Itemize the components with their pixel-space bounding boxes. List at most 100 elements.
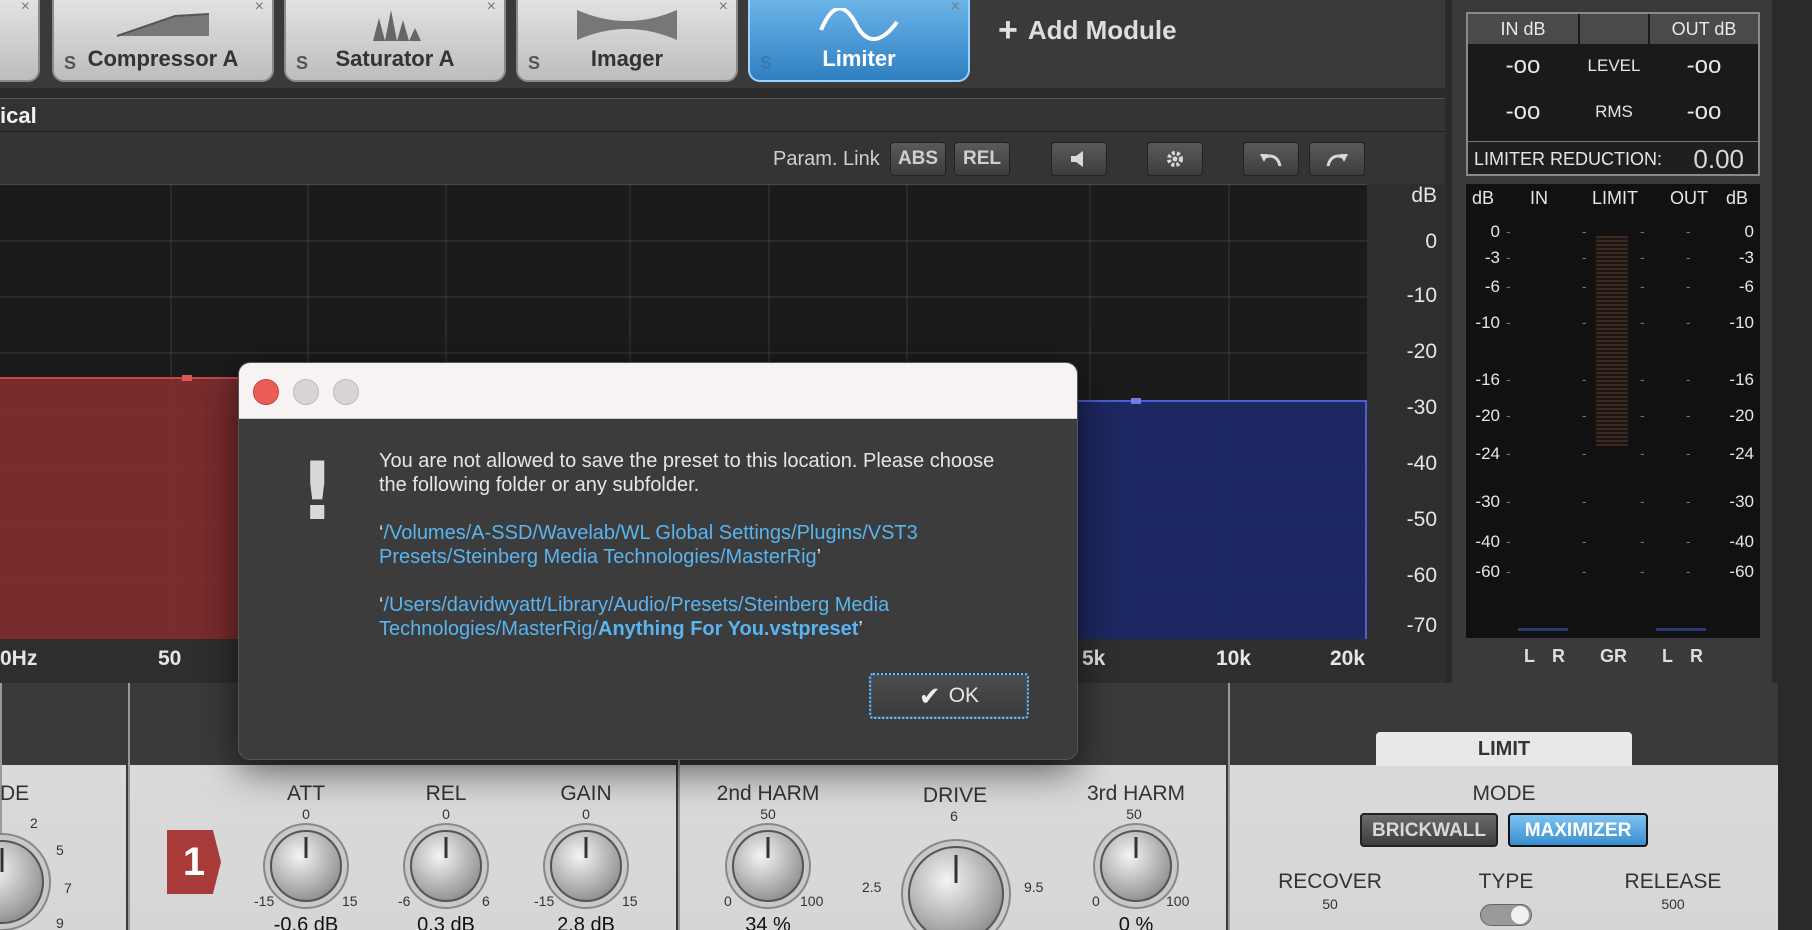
dialog-message: You are not allowed to save the preset t… bbox=[379, 450, 995, 496]
level-meter: dB IN LIMIT OUT dB 0 0- - - - -3 -3- - - - -6 -6- - -… bbox=[1466, 184, 1760, 638]
minimize-window-button[interactable] bbox=[293, 379, 319, 405]
close-icon[interactable]: × bbox=[21, 0, 30, 16]
module-tab-saturator[interactable]: × S Saturator A bbox=[284, 0, 506, 82]
module-tab-imager[interactable]: × S Imager bbox=[516, 0, 738, 82]
module-name: Compressor A bbox=[87, 46, 239, 71]
rel-max: 6 bbox=[482, 893, 490, 909]
out-meter-floor bbox=[1656, 628, 1706, 631]
freq-tick: 10k bbox=[1216, 647, 1252, 670]
close-icon[interactable]: × bbox=[951, 0, 960, 16]
meter-scale-right: -24 bbox=[1729, 444, 1754, 463]
meter-dash: - bbox=[1686, 278, 1691, 294]
gr-meter-bar bbox=[1596, 236, 1628, 446]
meter-dash: - bbox=[1686, 249, 1691, 265]
meter-dash: - bbox=[1686, 371, 1691, 387]
meter-dash: - bbox=[1640, 445, 1645, 461]
high-band-region[interactable] bbox=[1075, 401, 1367, 640]
abs-button[interactable]: ABS bbox=[890, 142, 946, 176]
type-toggle[interactable] bbox=[1480, 904, 1532, 926]
meter-db-right: dB bbox=[1726, 188, 1749, 208]
path-2-filename: Anything For You.vstpreset bbox=[598, 618, 859, 640]
db-tick: -10 bbox=[1406, 284, 1437, 307]
module-tab-partial[interactable]: × bbox=[0, 0, 40, 82]
meter-foot-r: R bbox=[1690, 646, 1703, 666]
type-label: TYPE bbox=[1478, 870, 1534, 893]
module-tab-compressor[interactable]: × S Compressor A bbox=[52, 0, 274, 82]
level-table: IN dB OUT dB -oo LEVEL -oo -oo RMS -oo L… bbox=[1466, 12, 1760, 176]
meter-scale-right: 0 bbox=[1744, 222, 1754, 241]
freq-tick: 5k bbox=[1082, 647, 1106, 670]
db-tick: 0 bbox=[1425, 230, 1437, 253]
harm2-max: 100 bbox=[800, 893, 824, 909]
gain-knob[interactable] bbox=[550, 830, 622, 902]
module-tab-strip: × × S Compressor A × S Saturator A × S I… bbox=[0, 0, 1445, 88]
redo-button[interactable] bbox=[1309, 142, 1365, 176]
att-top: 0 bbox=[302, 806, 310, 822]
att-min: -15 bbox=[254, 893, 275, 909]
harm3-knob[interactable] bbox=[1100, 830, 1172, 902]
ok-button[interactable]: ✔ OK bbox=[869, 673, 1029, 719]
harm2-knob[interactable] bbox=[732, 830, 804, 902]
db-tick: -40 bbox=[1406, 452, 1437, 475]
undo-button[interactable] bbox=[1243, 142, 1299, 176]
att-knob[interactable] bbox=[270, 830, 342, 902]
meter-db-left: dB bbox=[1472, 188, 1495, 208]
rel-top: 0 bbox=[442, 806, 450, 822]
drive-max: 9.5 bbox=[1024, 879, 1044, 895]
meter-scale-left: -24 bbox=[1475, 444, 1500, 463]
meter-dash: - bbox=[1640, 493, 1645, 509]
module-name: Saturator A bbox=[335, 46, 455, 71]
param-link-label: Param. Link bbox=[773, 148, 880, 170]
meter-foot-l: L bbox=[1524, 646, 1535, 666]
close-icon[interactable]: × bbox=[255, 0, 264, 16]
zoom-window-button[interactable] bbox=[333, 379, 359, 405]
low-band-handle[interactable] bbox=[182, 375, 192, 381]
limit-tab[interactable]: LIMIT bbox=[1376, 732, 1632, 766]
add-module-label: Add Module bbox=[1027, 14, 1177, 45]
close-window-button[interactable] bbox=[253, 379, 279, 405]
close-icon[interactable]: × bbox=[719, 0, 728, 16]
att-max: 15 bbox=[342, 893, 358, 909]
meter-dash: - bbox=[1506, 278, 1511, 294]
exclamation-icon: ! bbox=[299, 445, 336, 538]
maximizer-button[interactable]: MAXIMIZER bbox=[1508, 813, 1648, 847]
rel-knob[interactable] bbox=[410, 830, 482, 902]
gain-min: -15 bbox=[534, 893, 555, 909]
rel-button[interactable]: REL bbox=[954, 142, 1010, 176]
level-label: LEVEL bbox=[1587, 56, 1641, 75]
out-level-value: -oo bbox=[1686, 52, 1722, 79]
meter-scale-left: -3 bbox=[1484, 248, 1500, 267]
out-rms-value: -oo bbox=[1686, 98, 1722, 125]
dialog-path-2: ‘/Users/davidwyatt/Library/Audio/Presets… bbox=[379, 594, 890, 640]
meter-dash: - bbox=[1686, 407, 1691, 423]
low-band-region[interactable] bbox=[0, 378, 245, 640]
imager-glyph-icon bbox=[577, 10, 677, 40]
brickwall-button[interactable]: BRICKWALL bbox=[1360, 813, 1498, 847]
settings-button[interactable] bbox=[1147, 142, 1203, 176]
meter-dash: - bbox=[1506, 407, 1511, 423]
db-tick: -60 bbox=[1406, 564, 1437, 587]
meter-scale-right: -3 bbox=[1738, 248, 1754, 267]
db-scale: dB 0 -10 -20 -30 -40 -50 -60 -70 bbox=[1367, 184, 1445, 639]
scale-mark: 7 bbox=[64, 880, 72, 896]
high-band-handle[interactable] bbox=[1131, 398, 1141, 404]
redo-icon bbox=[1326, 154, 1348, 167]
harm2-value: 34 % bbox=[745, 914, 791, 930]
meter-dash: - bbox=[1640, 223, 1645, 239]
speaker-button[interactable] bbox=[1051, 142, 1107, 176]
in-rms-value: -oo bbox=[1505, 98, 1541, 125]
meter-scale-right: -20 bbox=[1729, 406, 1754, 425]
dialog-titlebar bbox=[239, 363, 1077, 419]
meter-dash: - bbox=[1506, 533, 1511, 549]
meter-out-header: OUT bbox=[1670, 188, 1708, 208]
meter-dash: - bbox=[1582, 493, 1587, 509]
meter-scale-left: -6 bbox=[1484, 277, 1500, 296]
add-module-button[interactable]: + Add Module bbox=[998, 10, 1177, 50]
module-tab-limiter[interactable]: × S Limiter bbox=[748, 0, 970, 82]
speaker-icon bbox=[1071, 151, 1083, 167]
harm3-min: 0 bbox=[1092, 893, 1100, 909]
close-icon[interactable]: × bbox=[487, 0, 496, 16]
eq-toolbar: Param. Link ABS REL bbox=[0, 132, 1445, 184]
db-tick: -70 bbox=[1406, 614, 1437, 637]
limiter-glyph-icon bbox=[819, 8, 899, 41]
